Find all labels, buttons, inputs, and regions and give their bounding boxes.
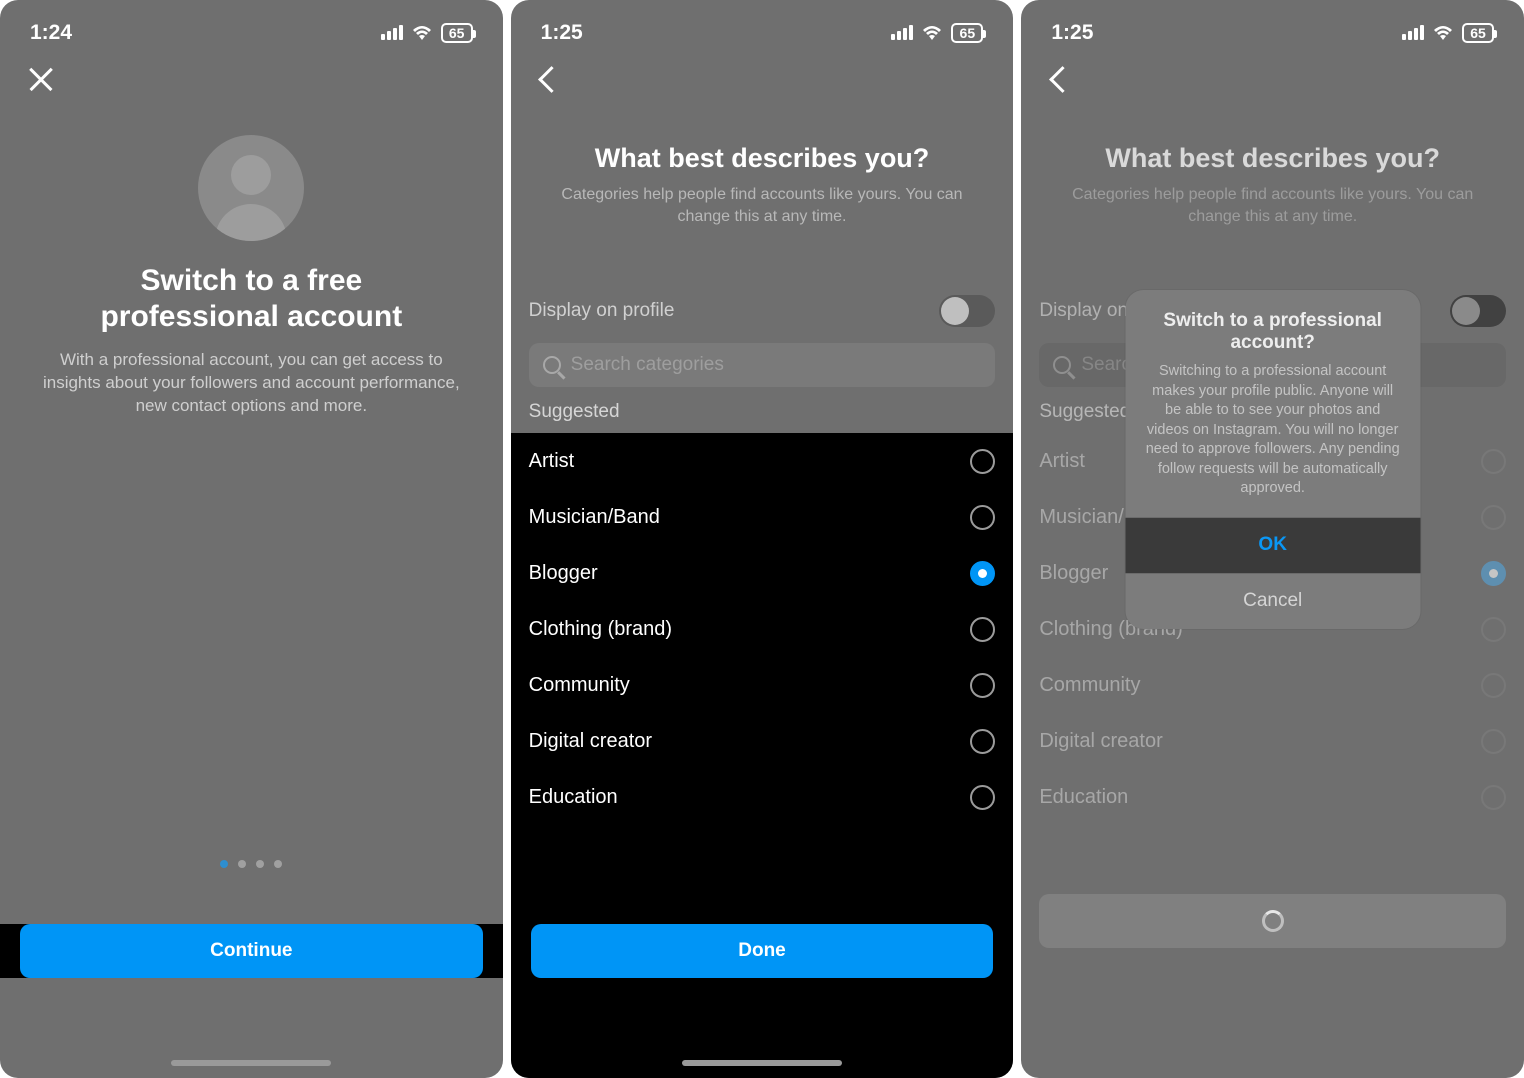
- display-on-profile-toggle: [1450, 295, 1506, 327]
- close-icon[interactable]: [24, 62, 58, 96]
- wifi-icon: [921, 25, 943, 41]
- display-on-profile-toggle[interactable]: [939, 295, 995, 327]
- screen-3-confirm-dialog: 1:25 65 What best describes you? Categor…: [1021, 0, 1524, 1078]
- search-placeholder: Search categories: [571, 354, 724, 376]
- status-time: 1:25: [541, 21, 583, 45]
- status-bar: 1:25 65: [511, 0, 1014, 55]
- radio-icon[interactable]: [970, 785, 995, 810]
- radio-icon[interactable]: [970, 449, 995, 474]
- continue-button[interactable]: Continue: [20, 924, 483, 978]
- status-time: 1:24: [30, 21, 72, 45]
- status-time: 1:25: [1051, 21, 1093, 45]
- search-icon: [543, 356, 561, 374]
- category-education: Education: [1021, 769, 1524, 825]
- page-title: What best describes you?: [539, 143, 986, 174]
- category-musician-band[interactable]: Musician/Band: [511, 489, 1014, 545]
- alert-cancel-button[interactable]: Cancel: [1125, 573, 1420, 629]
- cellular-signal-icon: [1402, 25, 1424, 40]
- alert-body: Switching to a professional account make…: [1125, 362, 1420, 517]
- wifi-icon: [1432, 25, 1454, 41]
- status-bar: 1:25 65: [1021, 0, 1524, 55]
- radio-icon: [1481, 785, 1506, 810]
- avatar-placeholder: [198, 135, 304, 241]
- home-indicator[interactable]: [682, 1060, 842, 1066]
- category-community[interactable]: Community: [511, 657, 1014, 713]
- home-indicator[interactable]: [171, 1060, 331, 1066]
- display-on-profile-label: Display on profile: [529, 300, 675, 322]
- cellular-signal-icon: [381, 25, 403, 40]
- radio-icon[interactable]: [970, 673, 995, 698]
- radio-icon: [1481, 729, 1506, 754]
- cellular-signal-icon: [891, 25, 913, 40]
- back-icon[interactable]: [535, 62, 569, 96]
- page-title: What best describes you?: [1049, 143, 1496, 174]
- page-dot: [256, 860, 264, 868]
- radio-icon: [1481, 617, 1506, 642]
- category-digital-creator: Digital creator: [1021, 713, 1524, 769]
- loading-button: [1039, 894, 1506, 948]
- page-dot: [274, 860, 282, 868]
- category-digital-creator[interactable]: Digital creator: [511, 713, 1014, 769]
- radio-icon[interactable]: [970, 505, 995, 530]
- radio-icon: [1481, 561, 1506, 586]
- alert-ok-button[interactable]: OK: [1125, 517, 1420, 573]
- page-dot: [220, 860, 228, 868]
- page-indicator: [0, 860, 503, 868]
- suggested-heading: Suggested: [511, 387, 1014, 433]
- status-icons: 65: [891, 23, 983, 43]
- radio-icon: [1481, 673, 1506, 698]
- category-clothing-brand[interactable]: Clothing (brand): [511, 601, 1014, 657]
- page-subtitle: Categories help people find accounts lik…: [539, 184, 986, 227]
- spinner-icon: [1262, 910, 1284, 932]
- category-list[interactable]: Artist Musician/Band Blogger Clothing (b…: [511, 433, 1014, 1078]
- status-icons: 65: [1402, 23, 1494, 43]
- category-blogger[interactable]: Blogger: [511, 545, 1014, 601]
- page-subtitle: Categories help people find accounts lik…: [1049, 184, 1496, 227]
- category-community: Community: [1021, 657, 1524, 713]
- confirm-switch-alert: Switch to a professional account? Switch…: [1125, 290, 1420, 629]
- alert-title: Switch to a professional account?: [1125, 290, 1420, 362]
- radio-icon[interactable]: [970, 561, 995, 586]
- radio-icon: [1481, 505, 1506, 530]
- back-icon: [1045, 62, 1079, 96]
- radio-icon[interactable]: [970, 729, 995, 754]
- battery-indicator: 65: [951, 23, 983, 43]
- done-button[interactable]: Done: [531, 924, 994, 978]
- status-bar: 1:24 65: [0, 0, 503, 55]
- radio-icon[interactable]: [970, 617, 995, 642]
- category-artist[interactable]: Artist: [511, 433, 1014, 489]
- wifi-icon: [411, 25, 433, 41]
- category-education[interactable]: Education: [511, 769, 1014, 825]
- battery-indicator: 65: [1462, 23, 1494, 43]
- battery-indicator: 65: [441, 23, 473, 43]
- page-title: Switch to a free professional account: [100, 263, 402, 335]
- screen-2-category-select: 1:25 65 What best describes you? Categor…: [511, 0, 1014, 1078]
- page-dot: [238, 860, 246, 868]
- status-icons: 65: [381, 23, 473, 43]
- search-categories-input[interactable]: Search categories: [529, 343, 996, 387]
- page-description: With a professional account, you can get…: [34, 349, 469, 418]
- radio-icon: [1481, 449, 1506, 474]
- screen-1-switch-intro: 1:24 65 Switch: [0, 0, 503, 1078]
- display-on-profile-row: Display on profile: [511, 295, 1014, 327]
- search-icon: [1053, 356, 1071, 374]
